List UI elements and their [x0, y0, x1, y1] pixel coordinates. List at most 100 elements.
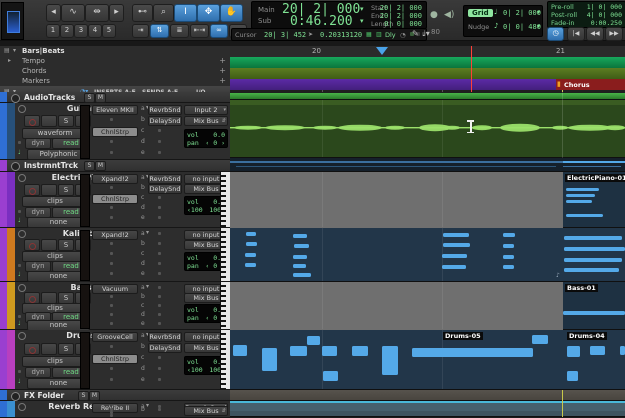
insert-slot-groovecell[interactable]: GrooveCell	[92, 332, 138, 342]
midi-note[interactable]	[532, 335, 548, 344]
insert-slot-empty-icon[interactable]	[110, 242, 113, 245]
grid-dropdown-icon[interactable]: ▾	[537, 9, 540, 16]
midi-note[interactable]	[566, 188, 599, 191]
midi-note[interactable]	[290, 346, 307, 356]
midi-note-mini-icon[interactable]: ♩▾	[422, 29, 430, 38]
markers-ruler-band[interactable]: ▮ Chorus	[230, 79, 625, 90]
insert-slot-empty-icon[interactable]	[110, 345, 113, 348]
track-view-selector[interactable]: clips▾	[22, 356, 88, 367]
send-slot-empty-icon[interactable]	[158, 356, 161, 359]
insert-slot-empty-icon[interactable]	[110, 186, 113, 189]
insert-slot-empty-icon[interactable]	[110, 262, 113, 265]
send-slot-revrbsnd[interactable]: RevrbSnd	[148, 174, 182, 184]
nudge-dropdown-icon[interactable]: ▾	[537, 23, 540, 30]
main-counter-dropdown-icon[interactable]: ▾	[360, 5, 364, 13]
insert-slot-empty-icon[interactable]	[110, 378, 113, 381]
midi-note[interactable]	[503, 233, 515, 237]
send-slot-empty-icon[interactable]	[158, 322, 161, 325]
return-to-zero-button[interactable]: |◀	[567, 27, 585, 41]
end-value[interactable]: 20| 2| 000	[380, 12, 422, 20]
midi-note[interactable]	[294, 244, 309, 248]
send-slot-empty-icon[interactable]	[158, 151, 161, 154]
record-enable-button[interactable]	[24, 239, 40, 251]
drums-clip-lane[interactable]: Drums-05Drums-04	[230, 330, 625, 390]
solo-button[interactable]: S	[58, 239, 74, 251]
midi-note[interactable]	[262, 348, 277, 371]
timeline-clock-icon[interactable]: ◔	[400, 31, 406, 39]
instrument-folder-summary-lane[interactable]	[230, 158, 625, 172]
rewind-button[interactable]: ◀◀	[586, 27, 604, 41]
clip-label-drums-05[interactable]: Drums-05	[443, 332, 483, 340]
midi-note[interactable]	[564, 268, 619, 272]
grabber-tool-button[interactable]: ✥	[197, 4, 220, 22]
track-color-chip[interactable]	[7, 172, 15, 227]
pre-roll-label[interactable]: Pre-roll	[551, 3, 574, 11]
insert-slot-xpand-2[interactable]: Xpand!2	[92, 230, 138, 240]
midi-note[interactable]	[564, 258, 622, 262]
midi-note[interactable]	[307, 336, 320, 345]
trim-tool-button[interactable]: ⊷	[132, 4, 153, 22]
midi-note[interactable]	[443, 243, 470, 247]
insert-slot-empty-icon[interactable]	[110, 272, 113, 275]
midi-note[interactable]	[503, 255, 514, 259]
zoom-preset-4-button[interactable]: 4	[88, 24, 102, 38]
midi-note[interactable]	[293, 255, 307, 259]
track-color-chip[interactable]	[7, 103, 15, 159]
pan-value[interactable]: ‹ 0 ›	[205, 139, 225, 147]
nudge-note-icon[interactable]: ♪	[494, 22, 498, 30]
folder-solo-button[interactable]: S	[84, 161, 95, 171]
mini-piano-keyboard[interactable]	[220, 172, 230, 227]
ruler-grid-icon[interactable]: ▤	[4, 47, 10, 54]
tempo-value[interactable]: 80	[431, 28, 440, 36]
grid-label[interactable]: Grid	[468, 9, 493, 17]
midi-note[interactable]	[293, 234, 307, 238]
midi-note[interactable]	[293, 264, 306, 268]
edit-selection-region[interactable]	[230, 172, 563, 228]
dyn-button[interactable]: dyn	[25, 138, 51, 149]
solo-button[interactable]: S	[58, 184, 74, 196]
insert-slot-eleven-mkii[interactable]: Eleven MKII	[92, 105, 138, 115]
edit-selection-marks-button[interactable]: ≣	[170, 24, 189, 38]
dyn-button[interactable]: dyn	[25, 367, 51, 378]
folder-solo-button[interactable]: S	[84, 93, 95, 103]
zoom-preset-2-button[interactable]: 2	[60, 24, 74, 38]
track-name-dropdown-icon[interactable]: ▾	[146, 402, 149, 409]
input-monitor-button[interactable]	[41, 115, 57, 127]
folder-mute-button[interactable]: M	[89, 391, 100, 401]
zoom-tool-button[interactable]: ⌕	[153, 4, 174, 22]
send-slot-empty-icon[interactable]	[158, 232, 161, 235]
chords-add-button[interactable]: +	[219, 66, 226, 76]
fade-in-value[interactable]: 0:00.250	[591, 19, 622, 27]
send-slot-delaysnd[interactable]: DelaySnd	[148, 184, 182, 194]
grid-value[interactable]: 0| 2| 000	[503, 9, 541, 17]
midi-note[interactable]	[503, 244, 514, 248]
pencil-mini-icon[interactable]: ✎	[412, 29, 419, 38]
record-enable-icon[interactable]: ●	[430, 10, 438, 20]
sub-counter-dropdown-icon[interactable]: ▾	[360, 17, 364, 25]
insertion-follows-playback-button[interactable]: ⇅	[150, 24, 169, 38]
input-monitor-button[interactable]	[41, 239, 57, 251]
insert-slot-chnlstrp[interactable]: ChnlStrp	[92, 127, 138, 137]
folder-disclosure-icon[interactable]	[11, 94, 20, 103]
track-view-selector[interactable]: clips▾	[22, 196, 88, 207]
folder-name[interactable]: FX Folder	[24, 391, 64, 400]
send-slot-empty-icon[interactable]	[158, 378, 161, 381]
send-slot-empty-icon[interactable]	[158, 262, 161, 265]
mini-piano-keyboard[interactable]	[220, 330, 230, 389]
insert-slot-empty-icon[interactable]	[110, 304, 113, 307]
midi-note[interactable]	[564, 247, 625, 251]
mini-piano-keyboard[interactable]	[220, 228, 230, 281]
folder-name[interactable]: AudioTracks	[24, 93, 75, 102]
send-slot-empty-icon[interactable]	[158, 272, 161, 275]
link-timeline-edit-selection-button[interactable]: ∞	[210, 24, 228, 38]
folder-solo-button[interactable]: S	[78, 391, 89, 401]
insert-slot-empty-icon[interactable]	[110, 118, 113, 121]
vol-value[interactable]: 0.0	[213, 131, 225, 139]
playhead-arrow-icon[interactable]	[376, 47, 388, 55]
folder-disclosure-icon[interactable]	[11, 392, 20, 401]
send-slot-empty-icon[interactable]	[158, 286, 161, 289]
sub-counter-value[interactable]: 0:46.200	[290, 14, 353, 29]
zoom-preset-1-button[interactable]: 1	[46, 24, 60, 38]
track-color-chip[interactable]	[7, 228, 15, 281]
folder-mute-button[interactable]: M	[95, 93, 106, 103]
